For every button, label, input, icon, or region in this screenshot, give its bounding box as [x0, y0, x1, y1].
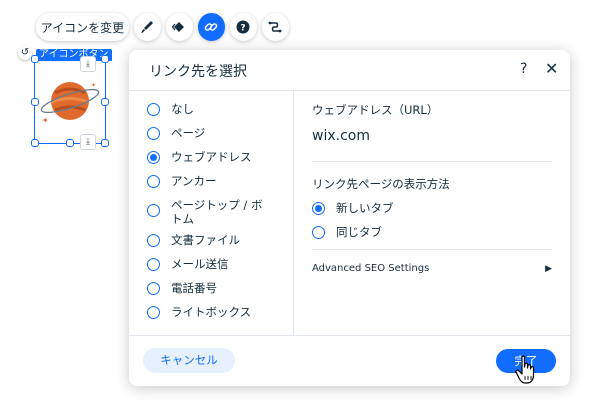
link-type-label: ライトボックス [171, 305, 252, 319]
cancel-button[interactable]: キャンセル [143, 348, 235, 373]
link-type-option[interactable]: ページトップ / ボトム [147, 198, 287, 233]
svg-text:✦: ✦ [42, 116, 49, 125]
radio-button[interactable] [147, 258, 160, 271]
section-divider [312, 161, 552, 162]
link-button[interactable] [197, 13, 225, 41]
display-option-label: 同じタブ [336, 225, 382, 239]
link-type-label: ウェブアドレス [171, 150, 252, 164]
link-type-label: 電話番号 [171, 281, 217, 295]
resize-handle-ml[interactable] [31, 98, 39, 106]
column-divider [293, 91, 294, 335]
radio-button[interactable] [147, 127, 160, 140]
design-button[interactable] [133, 13, 161, 41]
resize-handle-mr[interactable] [101, 98, 109, 106]
radio-button[interactable] [147, 306, 160, 319]
header-divider [129, 90, 570, 91]
link-type-option[interactable]: なし [147, 102, 287, 126]
display-method-label: リンク先ページの表示方法 [312, 177, 450, 191]
radio-button[interactable] [147, 282, 160, 295]
radio-button[interactable] [147, 234, 160, 247]
link-type-label: ページトップ / ボトム [171, 198, 263, 226]
radio-button[interactable] [147, 151, 160, 164]
radio-button[interactable] [312, 202, 325, 215]
link-type-option[interactable]: ライトボックス [147, 305, 287, 329]
animation-icon [172, 22, 185, 32]
radio-button[interactable] [147, 175, 160, 188]
element-toolbar: アイコンを変更 ? [36, 12, 289, 42]
connect-icon [269, 21, 282, 33]
footer-divider [129, 335, 570, 336]
link-type-option[interactable]: ウェブアドレス [147, 150, 287, 174]
brush-icon [141, 21, 154, 33]
link-type-label: アンカー [171, 174, 217, 188]
planet-icon: ✦ ✦ [40, 82, 100, 125]
link-type-option[interactable]: 電話番号 [147, 281, 287, 305]
radio-button[interactable] [147, 103, 160, 116]
link-icon [205, 23, 218, 31]
link-type-label: ページ [171, 126, 206, 140]
link-type-option[interactable]: ページ [147, 126, 287, 150]
link-type-label: 文書ファイル [171, 233, 240, 247]
link-dialog: リンク先を選択 ? ✕ なし ページ ウェブアドレス アンカー ページトップ /… [129, 50, 570, 386]
close-icon[interactable]: ✕ [545, 59, 558, 78]
link-type-list: なし ページ ウェブアドレス アンカー ページトップ / ボトム 文書ファイル … [147, 102, 287, 329]
display-option-label: 新しいタブ [336, 201, 394, 215]
link-type-option[interactable]: メール送信 [147, 257, 287, 281]
link-type-option[interactable]: アンカー [147, 174, 287, 198]
svg-text:?: ? [241, 24, 246, 34]
seo-settings-label: Advanced SEO Settings [312, 263, 430, 274]
seo-settings-row[interactable]: Advanced SEO Settings ▶ [312, 263, 552, 274]
undo-icon[interactable]: ↺ [18, 46, 32, 60]
dialog-title: リンク先を選択 [149, 64, 247, 80]
caret-right-icon: ▶ [545, 263, 552, 274]
resize-handle-tl[interactable] [31, 55, 39, 63]
resize-handle-bl[interactable] [31, 139, 39, 147]
animation-button[interactable] [165, 13, 193, 41]
help-icon[interactable]: ? [520, 61, 527, 77]
display-option[interactable]: 同じタブ [312, 225, 552, 249]
change-icon-button[interactable]: アイコンを変更 [36, 13, 129, 41]
radio-button[interactable] [147, 204, 160, 217]
section-divider [312, 249, 552, 250]
link-settings-panel: ウェブアドレス（URL） wix.com リンク先ページの表示方法 新しいタブ … [312, 102, 552, 274]
link-type-option[interactable]: 文書ファイル [147, 233, 287, 257]
help-button[interactable]: ? [229, 13, 257, 41]
download-icon[interactable]: ⤓ [80, 56, 96, 72]
link-type-label: なし [171, 102, 194, 116]
resize-handle-bm-left[interactable] [66, 139, 74, 147]
svg-text:✦: ✦ [91, 82, 96, 89]
web-address-input[interactable]: wix.com [312, 128, 552, 144]
resize-handle-br[interactable] [101, 139, 109, 147]
radio-button[interactable] [312, 226, 325, 239]
web-address-label: ウェブアドレス（URL） [312, 103, 439, 117]
download-icon[interactable]: ⤓ [80, 134, 96, 150]
hand-cursor-icon [515, 355, 535, 384]
connect-button[interactable] [261, 13, 289, 41]
help-icon: ? [236, 20, 250, 34]
resize-handle-tr[interactable] [101, 55, 109, 63]
display-option[interactable]: 新しいタブ [312, 201, 552, 225]
link-type-label: メール送信 [171, 257, 229, 271]
